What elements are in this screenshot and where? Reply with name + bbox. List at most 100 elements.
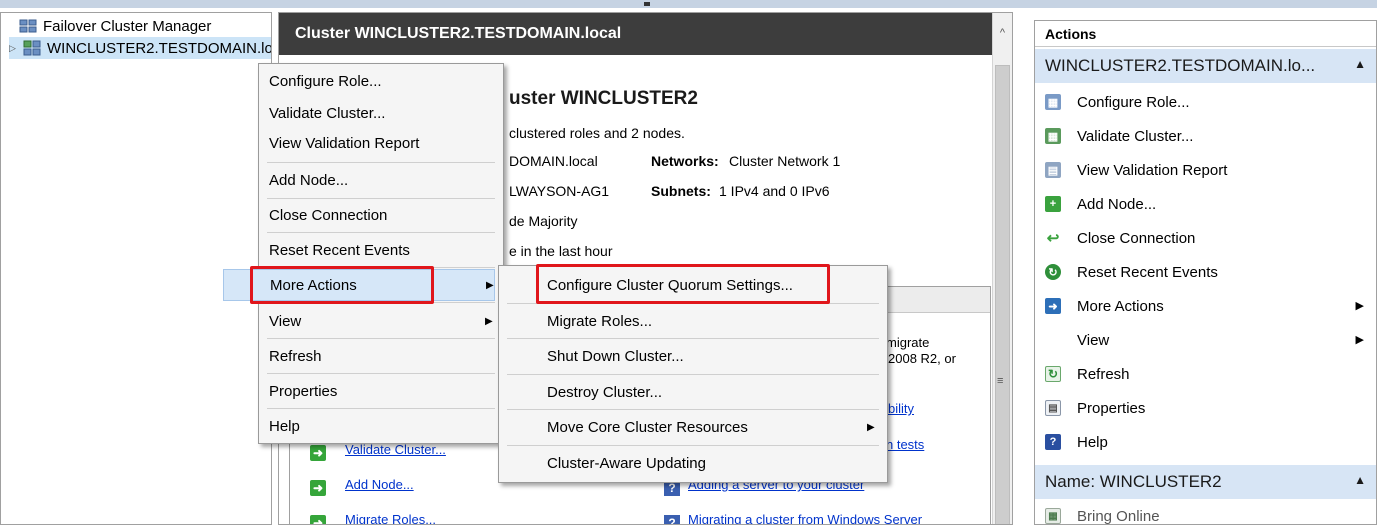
summary-domain: DOMAIN.local — [509, 153, 598, 169]
submenu-move-core-resources[interactable]: Move Core Cluster Resources ▶ — [499, 410, 887, 444]
tree-cluster-label: WINCLUSTER2.TESTDOMAIN.local — [47, 39, 272, 57]
properties-icon: ▤ — [1045, 400, 1061, 416]
action-view-validation-report[interactable]: ▤ View Validation Report — [1035, 153, 1376, 187]
menu-help[interactable]: Help — [259, 409, 503, 443]
networks-value: Cluster Network 1 — [729, 153, 841, 169]
migrate-text-1: migrate — [886, 335, 930, 350]
networks-label: Networks: — [651, 153, 719, 169]
menu-reset-recent-events[interactable]: Reset Recent Events — [259, 233, 503, 267]
report-icon: ▤ — [1045, 162, 1061, 178]
menu-view[interactable]: View ▶ — [259, 304, 503, 338]
link-validate-cluster[interactable]: Validate Cluster... — [345, 442, 446, 457]
menu-view-validation-report[interactable]: View Validation Report — [259, 126, 503, 160]
section-name-label: Name: WINCLUSTER2 — [1045, 472, 1222, 491]
expand-arrow-icon[interactable]: ▷ — [9, 43, 23, 54]
action-label: Refresh — [1077, 365, 1130, 383]
action-label: Reset Recent Events — [1077, 263, 1218, 281]
migrate-arrow-icon: ➜ — [310, 515, 326, 524]
submenu-arrow-icon: ▶ — [485, 316, 493, 327]
link-add-node[interactable]: Add Node... — [345, 477, 414, 492]
tree-root-item[interactable]: Failover Cluster Manager — [19, 15, 211, 37]
menu-separator — [267, 267, 495, 268]
menu-refresh[interactable]: Refresh — [259, 339, 503, 373]
action-view[interactable]: View ▶ — [1035, 323, 1376, 357]
collapse-icon[interactable]: ▲ — [1354, 57, 1366, 71]
bring-online-icon: ▦ — [1045, 508, 1061, 524]
summary-title: uster WINCLUSTER2 — [509, 88, 698, 109]
configure-role-icon: ▦ — [1045, 94, 1061, 110]
action-label: Configure Role... — [1077, 93, 1190, 111]
tree-cluster-item[interactable]: ▷ WINCLUSTER2.TESTDOMAIN.local — [9, 37, 272, 59]
scroll-grip-icon: ≡ — [997, 375, 1004, 387]
submenu-arrow-icon: ▶ — [486, 280, 494, 291]
action-label: Add Node... — [1077, 195, 1157, 213]
section-cluster-label: WINCLUSTER2.TESTDOMAIN.lo... — [1045, 56, 1316, 75]
scroll-up-icon[interactable]: ^ — [993, 27, 1012, 45]
menu-close-connection[interactable]: Close Connection — [259, 198, 503, 232]
validate-arrow-icon: ➜ — [310, 445, 326, 461]
action-more-actions[interactable]: ➜ More Actions ▶ — [1035, 289, 1376, 323]
link-validation-tests[interactable]: n tests — [886, 437, 924, 452]
action-label: View — [1077, 331, 1110, 349]
cluster-manager-icon — [19, 18, 37, 34]
submenu-arrow-icon: ▶ — [1355, 334, 1364, 346]
action-help[interactable]: ? Help — [1035, 425, 1376, 459]
submenu-shut-down-cluster[interactable]: Shut Down Cluster... — [499, 339, 887, 373]
submenu-configure-quorum[interactable]: Configure Cluster Quorum Settings... — [499, 268, 887, 302]
action-label: Bring Online — [1077, 507, 1160, 525]
action-label: Properties — [1077, 399, 1146, 417]
action-close-connection[interactable]: ↩ Close Connection — [1035, 221, 1376, 255]
validate-cluster-icon: ▦ — [1045, 128, 1061, 144]
action-configure-role[interactable]: ▦ Configure Role... — [1035, 85, 1376, 119]
close-connection-icon: ↩ — [1046, 230, 1060, 247]
action-properties[interactable]: ▤ Properties — [1035, 391, 1376, 425]
migrate-text-2: 2008 R2, or — [888, 351, 956, 366]
action-bring-online[interactable]: ▦ Bring Online — [1035, 499, 1376, 525]
action-label: Help — [1077, 433, 1108, 451]
action-refresh[interactable]: ↻ Refresh — [1035, 357, 1376, 391]
tree-root-label: Failover Cluster Manager — [43, 17, 212, 35]
link-migrate-roles[interactable]: Migrate Roles... — [345, 512, 436, 524]
link-availability[interactable]: bility — [888, 401, 914, 416]
scroll-thumb[interactable] — [995, 65, 1010, 524]
top-strip — [0, 0, 1377, 8]
reset-events-icon: ↻ — [1045, 264, 1061, 280]
action-reset-recent-events[interactable]: ↻ Reset Recent Events — [1035, 255, 1376, 289]
center-scrollbar[interactable]: ^ ≡ — [992, 13, 1012, 524]
submenu-destroy-cluster[interactable]: Destroy Cluster... — [499, 375, 887, 409]
submenu-cluster-aware-updating[interactable]: Cluster-Aware Updating — [499, 446, 887, 480]
submenu-arrow-icon: ▶ — [867, 422, 875, 433]
more-actions-icon: ➜ — [1045, 298, 1061, 314]
menu-separator — [267, 302, 495, 303]
menu-properties[interactable]: Properties — [259, 374, 503, 408]
actions-pane: Actions WINCLUSTER2.TESTDOMAIN.lo... ▲ ▦… — [1034, 20, 1377, 525]
action-label: Close Connection — [1077, 229, 1196, 247]
add-node-arrow-icon: ➜ — [310, 480, 326, 496]
menu-configure-role[interactable]: Configure Role... — [259, 64, 503, 98]
help-square-icon: ? — [664, 515, 680, 524]
action-validate-cluster[interactable]: ▦ Validate Cluster... — [1035, 119, 1376, 153]
cluster-icon — [23, 40, 41, 56]
actions-section-name[interactable]: Name: WINCLUSTER2 ▲ — [1035, 465, 1376, 499]
link-migrating-cluster[interactable]: Migrating a cluster from Windows Server — [688, 512, 922, 524]
summary-header: Cluster WINCLUSTER2.TESTDOMAIN.local — [279, 13, 1007, 55]
actions-section-cluster[interactable]: WINCLUSTER2.TESTDOMAIN.lo... ▲ — [1035, 49, 1376, 83]
actions-title: Actions — [1035, 21, 1376, 47]
help-icon: ? — [1045, 434, 1061, 450]
grip-icon — [644, 2, 650, 6]
context-menu: Configure Role... Validate Cluster... Vi… — [223, 63, 504, 444]
menu-validate-cluster[interactable]: Validate Cluster... — [259, 96, 503, 130]
summary-line-roles: clustered roles and 2 nodes. — [509, 125, 685, 141]
summary-quorum: de Majority — [509, 213, 578, 229]
blank-icon — [1045, 332, 1061, 348]
subnets-label: Subnets: — [651, 183, 711, 199]
submenu-migrate-roles[interactable]: Migrate Roles... — [499, 304, 887, 338]
menu-add-node[interactable]: Add Node... — [259, 163, 503, 197]
collapse-icon[interactable]: ▲ — [1354, 473, 1366, 487]
submenu-arrow-icon: ▶ — [1355, 300, 1364, 312]
action-label: More Actions — [1077, 297, 1164, 315]
menu-more-actions[interactable]: More Actions ▶ — [223, 269, 495, 301]
action-label: Validate Cluster... — [1077, 127, 1194, 145]
action-label: View Validation Report — [1077, 161, 1228, 179]
action-add-node[interactable]: + Add Node... — [1035, 187, 1376, 221]
